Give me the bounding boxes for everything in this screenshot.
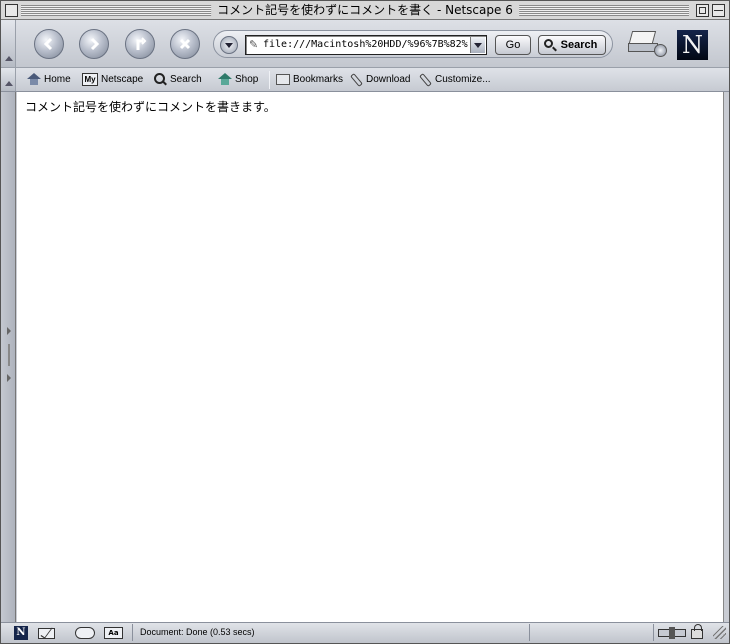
my-netscape-icon: My [82, 72, 98, 86]
toolbar-item-home[interactable]: Home [27, 71, 71, 89]
composer-icon[interactable]: Aa [104, 627, 123, 639]
instant-messenger-icon[interactable] [75, 627, 95, 639]
shop-icon [218, 73, 232, 86]
status-text: Document: Done (0.53 secs) [132, 624, 529, 641]
netscape-n-icon[interactable]: N [14, 626, 28, 640]
search-icon [544, 39, 553, 48]
forward-button[interactable] [79, 29, 109, 59]
toolbar-item-shop[interactable]: Shop [218, 71, 258, 89]
toolbar-item-customize[interactable]: Customize... [420, 71, 491, 89]
navbar-grippy[interactable] [1, 20, 16, 67]
history-dropdown-icon[interactable] [220, 36, 238, 54]
back-button[interactable] [34, 29, 64, 59]
collapse-box-icon[interactable] [712, 4, 725, 17]
toolbar-separator [269, 71, 270, 89]
arrow-right-icon [90, 37, 100, 51]
toolbar-item-download[interactable]: Download [351, 71, 410, 89]
url-input[interactable]: file:///Macintosh%20HDD/%96%7B%82% [245, 35, 487, 55]
page-proxy-icon[interactable]: ✎ [249, 38, 258, 51]
sidebar-splitter[interactable] [1, 92, 16, 622]
window-title: コメント記号を使わずにコメントを書く - Netscape 6 [211, 2, 519, 18]
toolbar-item-netscape[interactable]: My Netscape [82, 71, 143, 89]
print-button[interactable] [627, 29, 668, 59]
netscape-logo[interactable]: N [677, 30, 708, 60]
reload-icon [136, 37, 147, 50]
sidebar-expand-icon [7, 374, 11, 382]
security-lock-icon[interactable] [691, 624, 703, 639]
browser-window: コメント記号を使わずにコメントを書く - Netscape 6 file:///… [0, 0, 730, 644]
resize-grip-icon[interactable] [713, 626, 726, 639]
stop-x-icon [179, 38, 191, 50]
navigation-toolbar: file:///Macintosh%20HDD/%96%7B%82% ✎ Go … [1, 20, 729, 68]
stop-button[interactable] [170, 29, 200, 59]
url-dropdown-icon[interactable] [470, 37, 485, 53]
reload-button[interactable] [125, 29, 155, 59]
toolbar-item-bookmarks[interactable]: Bookmarks [276, 71, 343, 89]
personal-toolbar-grippy[interactable] [1, 68, 16, 91]
splitter-grip [8, 344, 10, 366]
online-plug-icon[interactable] [658, 627, 686, 639]
close-box-icon[interactable] [5, 4, 18, 17]
page-content: コメント記号を使わずにコメントを書きます。 [17, 92, 724, 622]
arrow-left-icon [43, 37, 53, 51]
home-icon [27, 73, 41, 86]
search-icon [154, 72, 167, 86]
link-icon [351, 73, 363, 85]
status-bar: N Aa Document: Done (0.53 secs) [1, 622, 729, 643]
folder-icon [276, 73, 290, 85]
title-bar[interactable]: コメント記号を使わずにコメントを書く - Netscape 6 [1, 1, 729, 20]
page-text: コメント記号を使わずにコメントを書きます。 [25, 100, 276, 114]
mail-icon[interactable] [38, 628, 55, 639]
search-button[interactable]: Search [538, 35, 606, 55]
personal-toolbar: Home My Netscape Search Shop Bookmarks Do… [1, 68, 729, 92]
search-button-label: Search [560, 39, 598, 51]
link-icon [420, 73, 432, 85]
go-button[interactable]: Go [495, 35, 531, 55]
toolbar-item-search[interactable]: Search [154, 71, 202, 89]
sidebar-expand-icon [7, 327, 11, 335]
print-dropdown-icon[interactable] [654, 44, 667, 57]
zoom-box-icon[interactable] [696, 4, 709, 17]
